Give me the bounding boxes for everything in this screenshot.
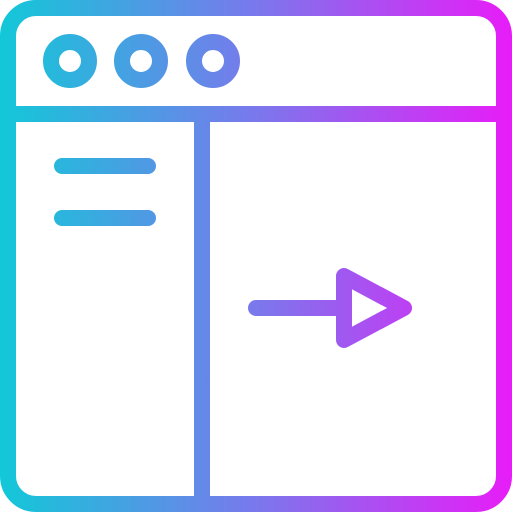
- browser-window-arrow-icon: [0, 0, 512, 512]
- window-control-3-icon: [186, 34, 240, 88]
- window-control-1-icon: [43, 34, 97, 88]
- arrow-right-icon: [336, 268, 412, 348]
- window-control-2-icon: [114, 34, 168, 88]
- icon-svg: [0, 0, 512, 512]
